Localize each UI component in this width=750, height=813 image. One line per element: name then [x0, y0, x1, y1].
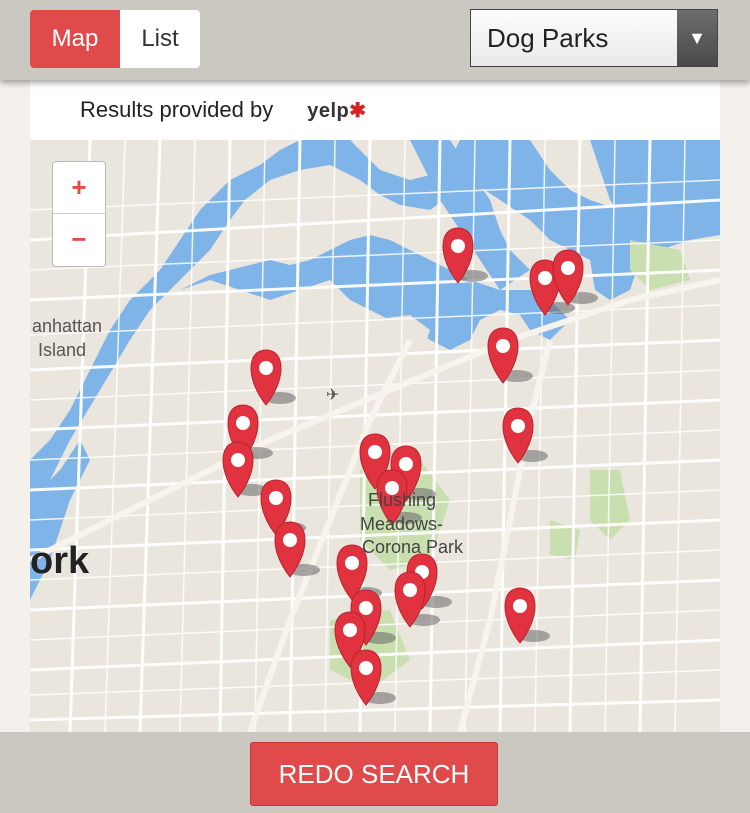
map-label-meadows: Meadows- — [360, 514, 444, 534]
map-label-island: Island — [38, 340, 87, 360]
attribution-bar: Results provided by yelp✱ — [30, 80, 720, 140]
view-toggle: Map List — [30, 10, 200, 68]
redo-search-button[interactable]: REDO SEARCH — [250, 742, 498, 806]
airplane-icon: ✈ — [326, 385, 339, 404]
zoom-control: + − — [52, 161, 106, 267]
map-view-button[interactable]: Map — [30, 10, 120, 68]
top-toolbar: Map List Dog Parks ▼ — [0, 0, 750, 80]
map-label-corona-park: Corona Park — [362, 537, 464, 557]
map-label-flushing: Flushing — [368, 490, 437, 510]
bottom-toolbar: REDO SEARCH — [0, 732, 750, 813]
zoom-in-button[interactable]: + — [53, 162, 105, 214]
map-label-manhattan: anhattan — [32, 316, 103, 336]
category-select-value: Dog Parks — [487, 22, 609, 53]
attribution-text: Results provided by — [80, 97, 274, 122]
chevron-down-icon: ▼ — [677, 10, 717, 66]
map-view[interactable]: ✈ — [30, 140, 720, 732]
yelp-logo: yelp✱ — [307, 99, 367, 122]
zoom-out-button[interactable]: − — [53, 214, 105, 265]
list-view-button[interactable]: List — [120, 10, 200, 68]
category-select[interactable]: Dog Parks ▼ — [470, 9, 718, 67]
map-label-new-york: ork — [30, 540, 90, 582]
